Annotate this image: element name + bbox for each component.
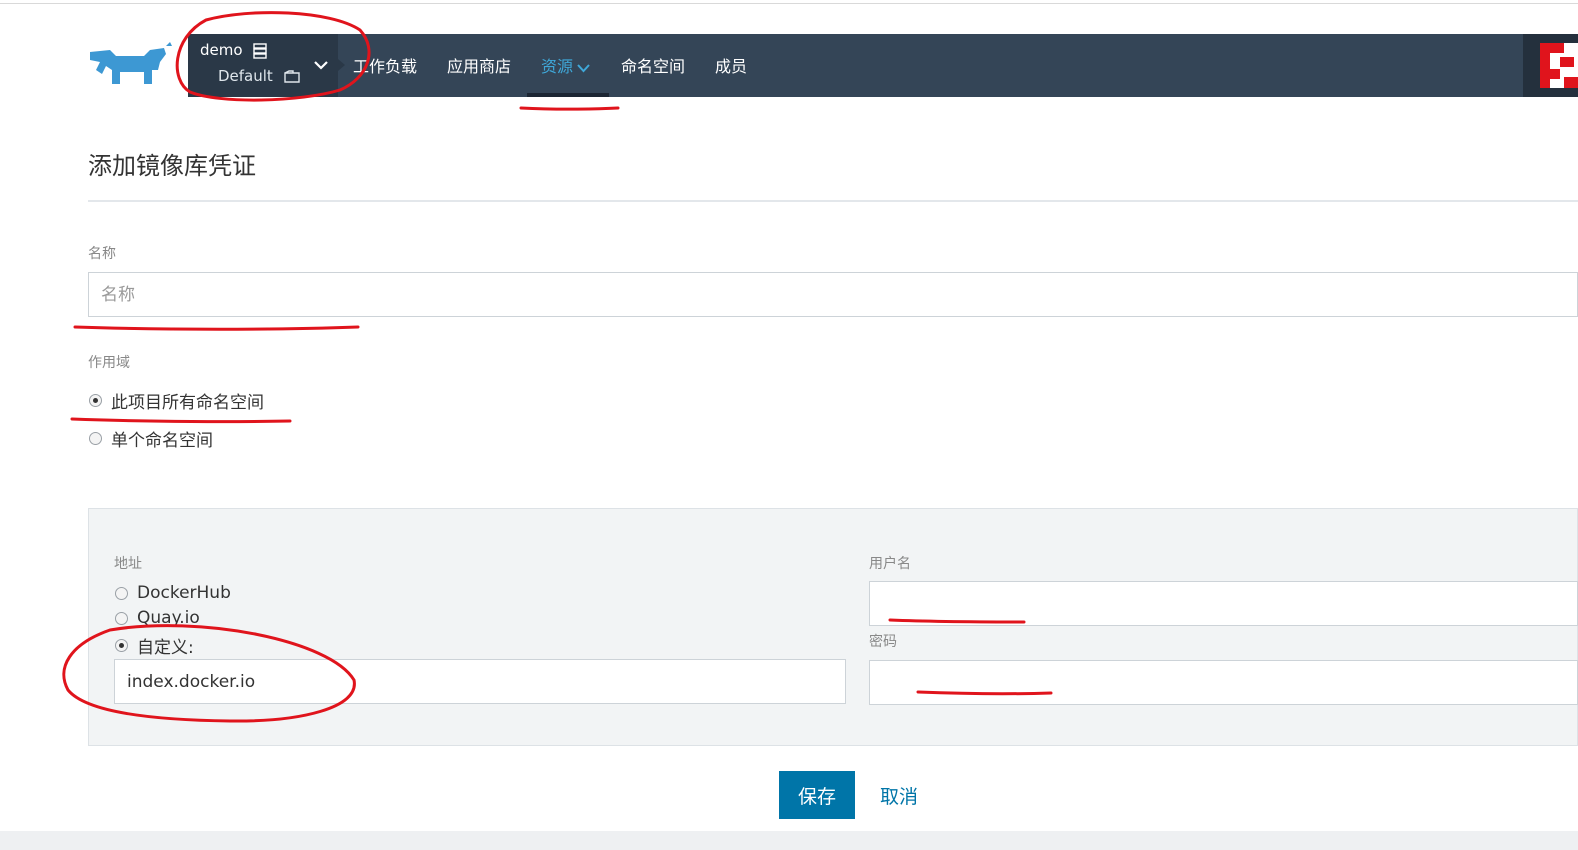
scope-option-label: 单个命名空间	[111, 431, 213, 451]
registry-panel	[88, 508, 1578, 746]
radio-button[interactable]	[115, 586, 128, 600]
custom-address-input[interactable]	[114, 659, 846, 704]
chevron-down-icon	[577, 63, 590, 72]
title-divider	[88, 200, 1578, 202]
save-button[interactable]: 保存	[779, 771, 855, 819]
nav-item-app-store[interactable]: 应用商店	[447, 53, 511, 77]
page-title: 添加镜像库凭证	[88, 152, 256, 180]
rancher-logo-icon[interactable]	[86, 40, 178, 90]
cluster-server-icon	[253, 42, 268, 59]
project-folder-icon	[283, 70, 300, 83]
nav-item-workloads[interactable]: 工作负载	[353, 53, 417, 77]
chevron-down-icon[interactable]	[312, 56, 330, 74]
address-option-dockerhub[interactable]: DockerHub	[115, 583, 231, 603]
username-input[interactable]	[869, 581, 1578, 626]
radio-button-checked[interactable]	[89, 394, 102, 407]
scope-option-single-namespace[interactable]: 单个命名空间	[89, 426, 213, 451]
address-option-label: DockerHub	[137, 583, 231, 603]
nav-item-resources-label: 资源	[541, 57, 574, 76]
avatar-icon[interactable]	[1540, 43, 1578, 88]
annotation-underline-name	[73, 325, 360, 331]
active-nav-indicator	[527, 93, 609, 97]
cluster-label: demo	[200, 41, 243, 59]
cluster-name[interactable]: demo	[200, 41, 268, 59]
address-option-custom[interactable]: 自定义:	[115, 633, 194, 658]
project-label: Default	[218, 67, 273, 85]
footer-bar	[0, 831, 1578, 850]
nav-item-namespaces[interactable]: 命名空间	[621, 53, 685, 77]
project-name[interactable]: Default	[218, 67, 300, 85]
radio-button[interactable]	[89, 432, 102, 445]
password-input[interactable]	[869, 660, 1578, 705]
name-label: 名称	[88, 246, 116, 262]
nav-item-members[interactable]: 成员	[715, 53, 747, 77]
annotation-underline-resources	[519, 106, 620, 111]
address-label: 地址	[114, 556, 142, 572]
address-option-label: Quay.io	[137, 608, 200, 628]
scope-label: 作用域	[88, 355, 130, 371]
annotation-underline-scope	[70, 417, 292, 424]
radio-button[interactable]	[115, 611, 128, 625]
scope-option-all-namespaces[interactable]: 此项目所有命名空间	[89, 388, 264, 413]
password-label: 密码	[869, 634, 897, 650]
top-divider	[0, 3, 1578, 4]
address-option-quay[interactable]: Quay.io	[115, 608, 200, 628]
address-option-label: 自定义:	[137, 638, 194, 658]
environment-switcher-arrow	[338, 59, 345, 71]
radio-button-checked[interactable]	[115, 639, 128, 652]
cancel-button[interactable]: 取消	[880, 782, 918, 809]
name-input[interactable]	[88, 272, 1578, 317]
scope-option-label: 此项目所有命名空间	[111, 393, 264, 413]
nav-item-resources[interactable]: 资源	[541, 53, 590, 77]
username-label: 用户名	[869, 556, 911, 572]
